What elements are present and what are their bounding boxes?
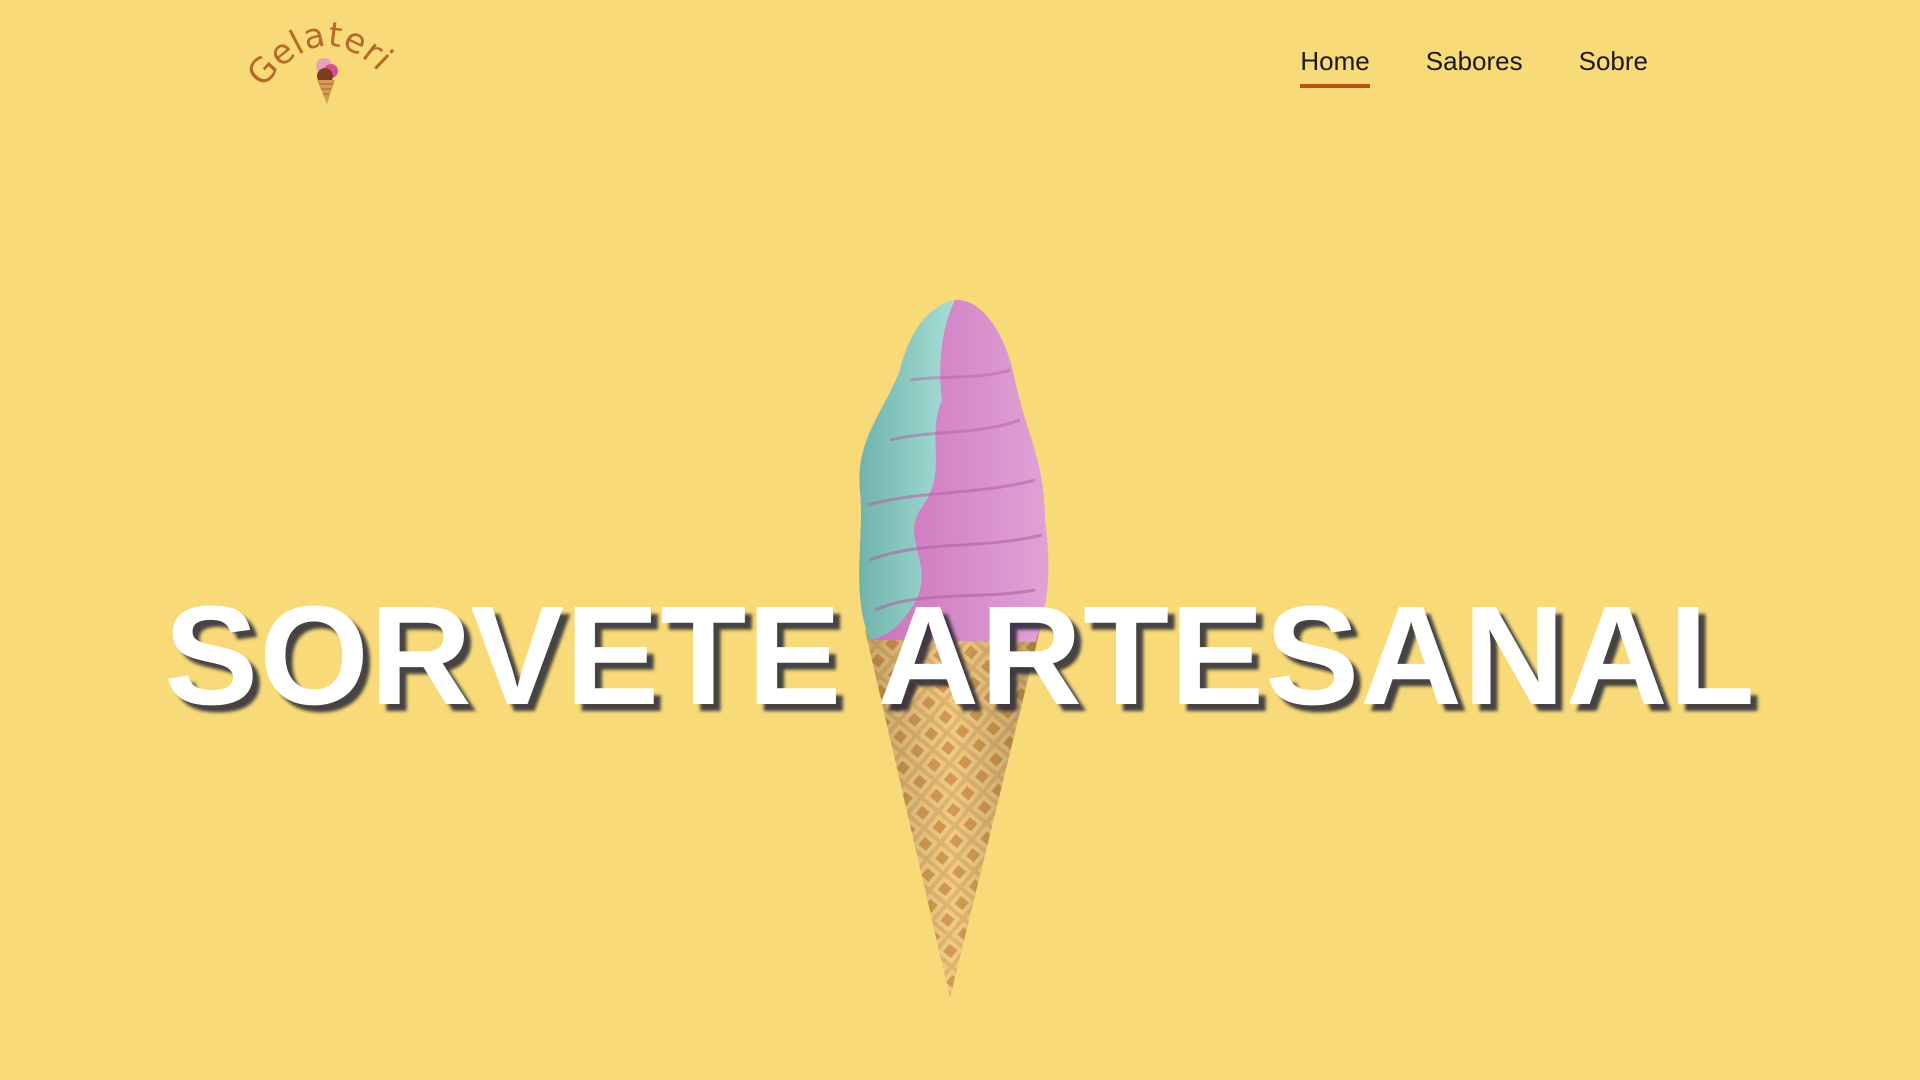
- logo-cone-icon: [316, 58, 338, 104]
- nav-sabores[interactable]: Sabores: [1426, 44, 1523, 88]
- logo-link[interactable]: Gelateria: [240, 0, 400, 108]
- site-header: Gelateria Home Sabores Sobre: [0, 0, 1920, 125]
- page: Gelateria Home Sabores Sobre SORVETE ART…: [0, 0, 1920, 1080]
- nav-sobre[interactable]: Sobre: [1579, 44, 1648, 88]
- gelateria-logo: Gelateria: [240, 0, 400, 104]
- nav-home[interactable]: Home: [1300, 44, 1370, 88]
- hero-headline: SORVETE ARTESANAL: [164, 576, 1756, 734]
- main-nav: Home Sabores Sobre: [1300, 44, 1648, 88]
